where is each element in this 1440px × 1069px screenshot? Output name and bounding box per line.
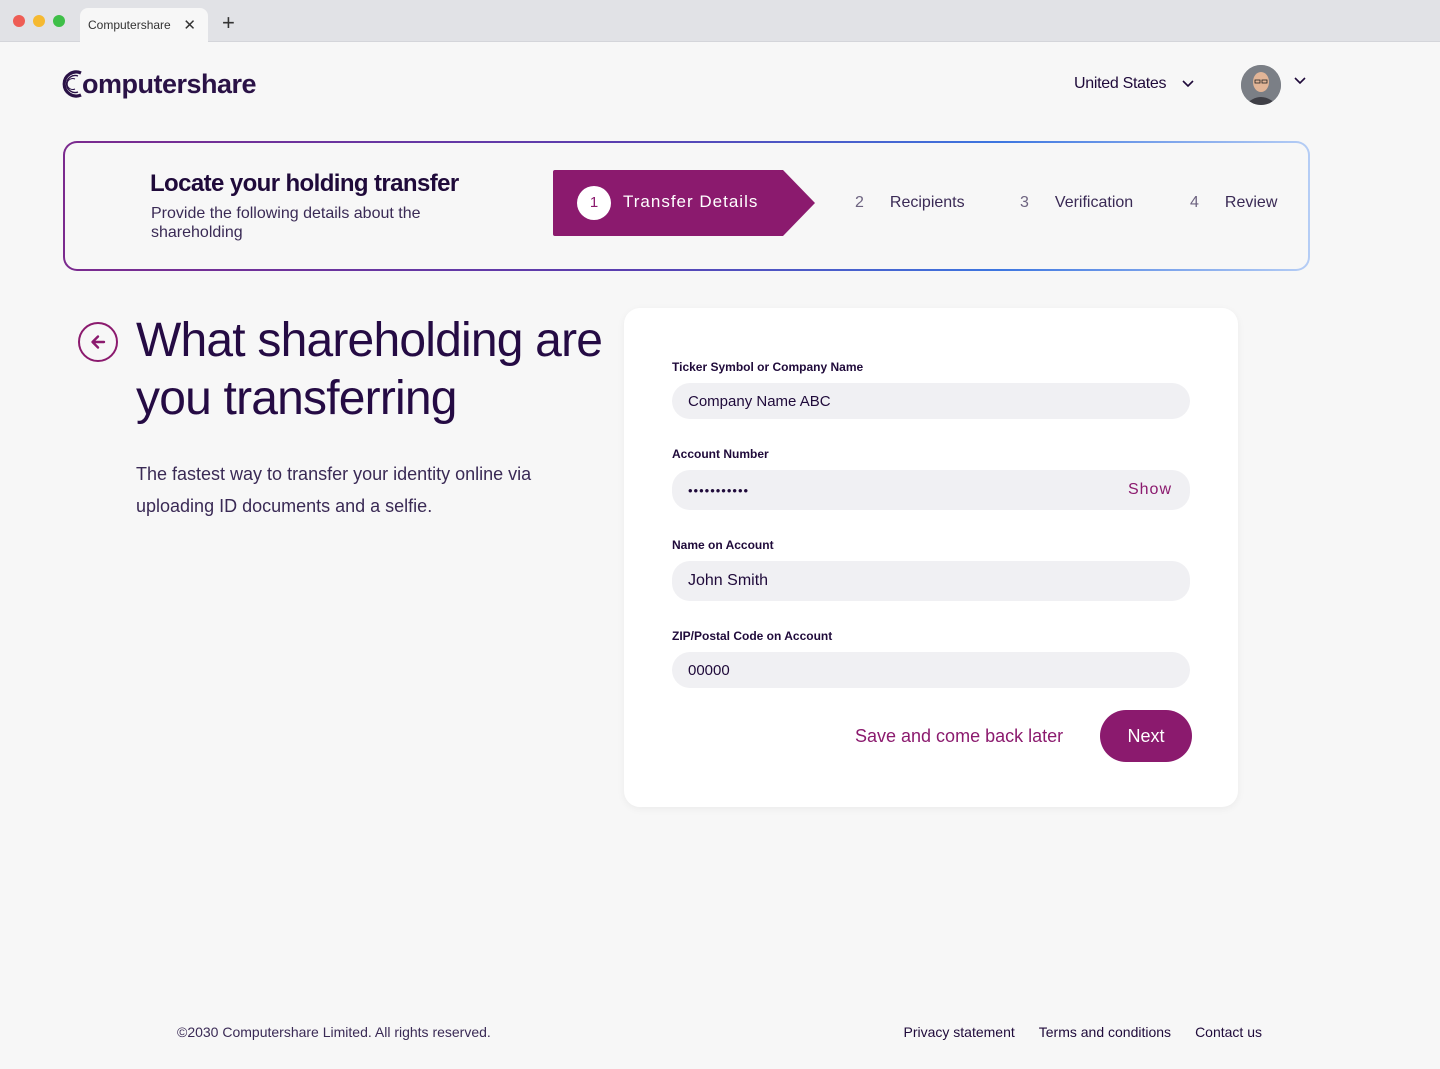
chevron-down-icon[interactable] [1294,77,1306,85]
step-number: 2 [855,194,864,211]
step-number: 3 [1020,194,1029,211]
show-password-button[interactable]: Show [1128,481,1172,499]
copyright-text: ©2030 Computershare Limited. All rights … [177,1024,491,1040]
step-label: Review [1224,194,1278,211]
footer-links: Privacy statement Terms and conditions C… [904,1024,1263,1040]
next-button[interactable]: Next [1100,710,1192,762]
logo-mark-icon [62,70,82,98]
privacy-statement-link[interactable]: Privacy statement [904,1024,1015,1040]
close-window-button[interactable] [13,15,25,27]
progress-card: Locate your holding transfer Provide the… [63,141,1310,271]
account-number-input[interactable]: ••••••••••• Show [672,470,1190,510]
step-verification[interactable]: 3 Verification [1020,194,1133,212]
name-on-account-input[interactable]: John Smith [672,561,1190,601]
close-icon[interactable]: ✕ [183,16,196,34]
progress-subtitle: Provide the following details about the … [151,205,421,241]
ticker-input[interactable]: Company Name ABC [672,383,1190,419]
zip-code-value: 00000 [688,661,730,679]
step-label: Transfer Details [623,192,759,211]
page-headline: What shareholding are you transferring [136,314,603,425]
ticker-value: Company Name ABC [688,392,831,410]
browser-tab[interactable]: Computershare ✕ [80,8,208,42]
progress-title: Locate your holding transfer [150,170,459,197]
step-number: 1 [577,186,611,220]
back-button[interactable] [78,322,118,362]
logo-text: omputershare [82,68,257,99]
country-selector[interactable]: United States [1074,75,1194,93]
browser-chrome: Computershare ✕ + [0,0,1440,42]
name-on-account-label: Name on Account [672,538,774,552]
terms-and-conditions-link[interactable]: Terms and conditions [1039,1024,1171,1040]
avatar-photo [1241,65,1281,105]
account-number-value: ••••••••••• [688,482,750,498]
step-transfer-details[interactable]: 1 Transfer Details [553,170,815,236]
ticker-label: Ticker Symbol or Company Name [672,360,864,374]
step-label: Recipients [889,194,965,211]
user-avatar[interactable] [1241,65,1281,105]
plus-icon[interactable]: + [222,11,235,35]
zip-code-input[interactable]: 00000 [672,652,1190,688]
arrow-left-icon [91,335,106,349]
minimize-window-button[interactable] [33,15,45,27]
computershare-logo[interactable]: omputershare [62,66,257,102]
name-on-account-value: John Smith [688,572,769,589]
contact-us-link[interactable]: Contact us [1195,1024,1262,1040]
chevron-down-icon [1182,80,1194,88]
step-label: Verification [1054,194,1134,211]
maximize-window-button[interactable] [53,15,65,27]
zip-code-label: ZIP/Postal Code on Account [672,629,833,643]
transfer-form-card: Ticker Symbol or Company Name Company Na… [624,308,1238,807]
intro-lead: The fastest way to transfer your identit… [136,464,532,516]
step-recipients[interactable]: 2 Recipients [855,194,965,212]
country-label: United States [1074,75,1167,92]
step-number: 4 [1190,194,1199,211]
account-number-label: Account Number [672,447,769,461]
step-review[interactable]: 4 Review [1190,194,1277,212]
save-later-link[interactable]: Save and come back later [855,726,1063,747]
tab-title: Computershare [88,18,171,32]
